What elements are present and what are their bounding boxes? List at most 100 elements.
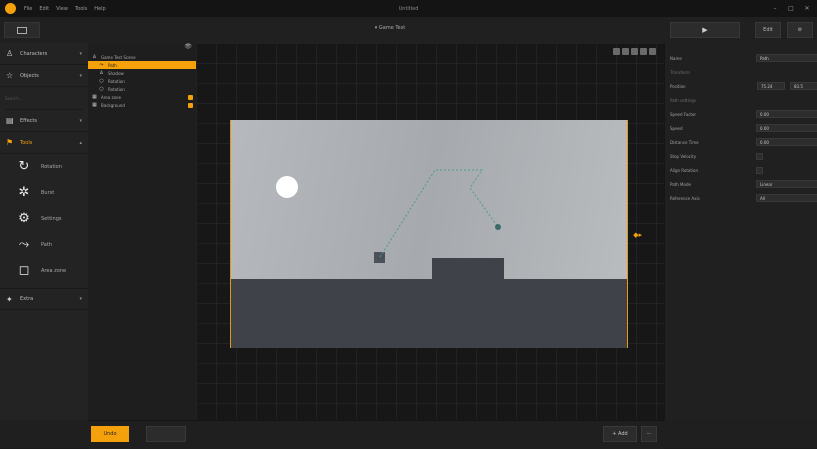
game-canvas[interactable]: ◆▸ bbox=[230, 120, 642, 348]
outline-row-selected[interactable]: ⤳ Path bbox=[88, 61, 196, 69]
visibility-icon[interactable]: 👁 bbox=[184, 43, 192, 53]
tool-rotation[interactable]: ↻ Rotation bbox=[0, 154, 88, 180]
name-field[interactable]: Path bbox=[756, 54, 817, 62]
burst-icon: ✲ bbox=[18, 185, 30, 200]
play-button[interactable]: ▶ bbox=[670, 22, 740, 38]
group-path: Path settings bbox=[670, 97, 697, 103]
speed-factor-field[interactable]: 0.00 bbox=[756, 110, 817, 118]
prop-label: Speed Factor bbox=[670, 111, 697, 117]
tool-label: Area zone bbox=[41, 268, 67, 274]
outline-row-label: Shadow bbox=[108, 70, 124, 76]
outline-row[interactable]: ○ Rotation bbox=[88, 85, 196, 93]
path-line bbox=[379, 169, 499, 258]
path-icon: ⤳ bbox=[18, 237, 30, 252]
section-characters[interactable]: ♙ Characters ▾ bbox=[0, 43, 88, 65]
maximize-button[interactable]: □ bbox=[785, 3, 797, 14]
menu-edit[interactable]: Edit bbox=[39, 6, 49, 12]
fit-icon[interactable] bbox=[631, 48, 638, 55]
zoom-out-icon[interactable] bbox=[622, 48, 629, 55]
prop-reference-axis: Reference Axis All bbox=[665, 191, 817, 205]
outline-row-label: Background bbox=[101, 102, 125, 108]
chevron-down-icon: ▾ bbox=[79, 72, 82, 79]
menu-file[interactable]: File bbox=[24, 6, 32, 12]
person-icon: ♙ bbox=[99, 70, 104, 76]
star-icon: ☆ bbox=[6, 71, 14, 80]
circle-icon: ○ bbox=[99, 86, 104, 92]
reference-axis-select[interactable]: All bbox=[756, 194, 817, 202]
prop-stop-velocity: Stop Velocity bbox=[665, 149, 817, 163]
layout-button[interactable] bbox=[4, 22, 40, 38]
redo-button[interactable] bbox=[146, 426, 186, 442]
prop-speed-factor: Speed Factor 0.00 bbox=[665, 107, 817, 121]
tool-label: Burst bbox=[41, 190, 55, 196]
outline-row[interactable]: ○ Rotation bbox=[88, 77, 196, 85]
minimize-button[interactable]: – bbox=[769, 3, 781, 14]
chevron-down-icon: ▾ bbox=[79, 296, 82, 302]
scene-viewport[interactable]: ◆▸ bbox=[196, 43, 664, 420]
menu-view[interactable]: View bbox=[56, 6, 68, 12]
search-input[interactable]: Search... bbox=[5, 87, 83, 110]
grid-icon: ▦ bbox=[92, 94, 97, 100]
tool-burst[interactable]: ✲ Burst bbox=[0, 180, 88, 206]
outline-row[interactable]: ▦ Area zone bbox=[88, 93, 196, 101]
prop-label: Stop Velocity bbox=[670, 153, 697, 159]
undo-button[interactable]: Undo bbox=[91, 426, 129, 442]
tool-area-zone[interactable]: ◻ Area zone bbox=[0, 258, 88, 284]
outline-row[interactable]: ♙ Game Test Scene bbox=[88, 53, 196, 61]
outline-row[interactable]: ▦ Background bbox=[88, 101, 196, 109]
prop-distance-time: Distance Time 0.00 bbox=[665, 135, 817, 149]
tool-path[interactable]: ⤳ Path bbox=[0, 232, 88, 258]
tool-settings[interactable]: ⚙ Settings bbox=[0, 206, 88, 232]
close-button[interactable]: ✕ bbox=[801, 3, 813, 14]
lock-icon[interactable] bbox=[188, 94, 193, 100]
prop-label: Align Rotation bbox=[670, 167, 699, 173]
zoom-in-icon[interactable] bbox=[613, 48, 620, 55]
edit-button[interactable]: Edit bbox=[755, 22, 781, 38]
menu-tools[interactable]: Tools bbox=[75, 6, 87, 12]
canvas-bound-left bbox=[230, 120, 231, 348]
group-transform: Transform bbox=[670, 69, 690, 75]
add-button[interactable]: + Add bbox=[603, 426, 637, 442]
position-y-field[interactable]: 83.5 bbox=[790, 82, 817, 90]
outline-row[interactable]: ♙ Shadow bbox=[88, 69, 196, 77]
section-label: Characters bbox=[20, 50, 48, 57]
more-button[interactable]: ⋯ bbox=[641, 426, 657, 442]
section-objects[interactable]: ☆ Objects ▾ bbox=[0, 65, 88, 87]
person-icon: ♙ bbox=[92, 54, 97, 60]
section-label: Objects bbox=[20, 72, 39, 79]
section-extra[interactable]: ✦ Extra ▾ bbox=[0, 288, 88, 310]
prop-speed: Speed 0.00 bbox=[665, 121, 817, 135]
settings-button[interactable]: ⚙ bbox=[787, 22, 813, 38]
prop-align-rotation: Align Rotation bbox=[665, 163, 817, 177]
section-effects[interactable]: ▤ Effects ▾ bbox=[0, 110, 88, 132]
menu-help[interactable]: Help bbox=[94, 6, 105, 12]
toolbar: ▾ Game Test ▶ Edit ⚙ bbox=[0, 17, 817, 43]
left-footer bbox=[0, 420, 88, 448]
section-label: Effects bbox=[20, 117, 37, 124]
lock-icon[interactable] bbox=[188, 102, 193, 108]
outline-row-label: Rotation bbox=[108, 86, 125, 92]
grid-icon[interactable] bbox=[640, 48, 647, 55]
scene-selector[interactable]: ▾ Game Test bbox=[300, 25, 480, 31]
section-tools[interactable]: ⚑ Tools ▴ bbox=[0, 132, 88, 154]
tool-label: Settings bbox=[41, 216, 62, 222]
align-rotation-checkbox[interactable] bbox=[756, 166, 763, 174]
outline-row-label: Game Test Scene bbox=[101, 54, 136, 60]
resize-handle[interactable]: ◆▸ bbox=[633, 231, 642, 239]
speed-field[interactable]: 0.00 bbox=[756, 124, 817, 132]
distance-time-field[interactable]: 0.00 bbox=[756, 138, 817, 146]
position-x-field[interactable]: 75.24 bbox=[757, 82, 785, 90]
stop-velocity-checkbox[interactable] bbox=[756, 152, 763, 160]
area-icon: ◻ bbox=[18, 263, 30, 278]
path-mode-select[interactable]: Linear bbox=[756, 180, 817, 188]
grid-icon: ▦ bbox=[92, 102, 97, 108]
outline-row-label: Area zone bbox=[101, 94, 122, 100]
prop-name: Name Path bbox=[665, 51, 817, 65]
prop-label: Position bbox=[670, 83, 686, 89]
snap-icon[interactable] bbox=[649, 48, 656, 55]
path-endpoint[interactable] bbox=[495, 224, 501, 230]
chevron-up-icon: ▴ bbox=[79, 139, 82, 146]
path-icon: ⤳ bbox=[99, 62, 104, 68]
outline-header: 👁 bbox=[88, 43, 196, 53]
outline-row-label: Rotation bbox=[108, 78, 125, 84]
